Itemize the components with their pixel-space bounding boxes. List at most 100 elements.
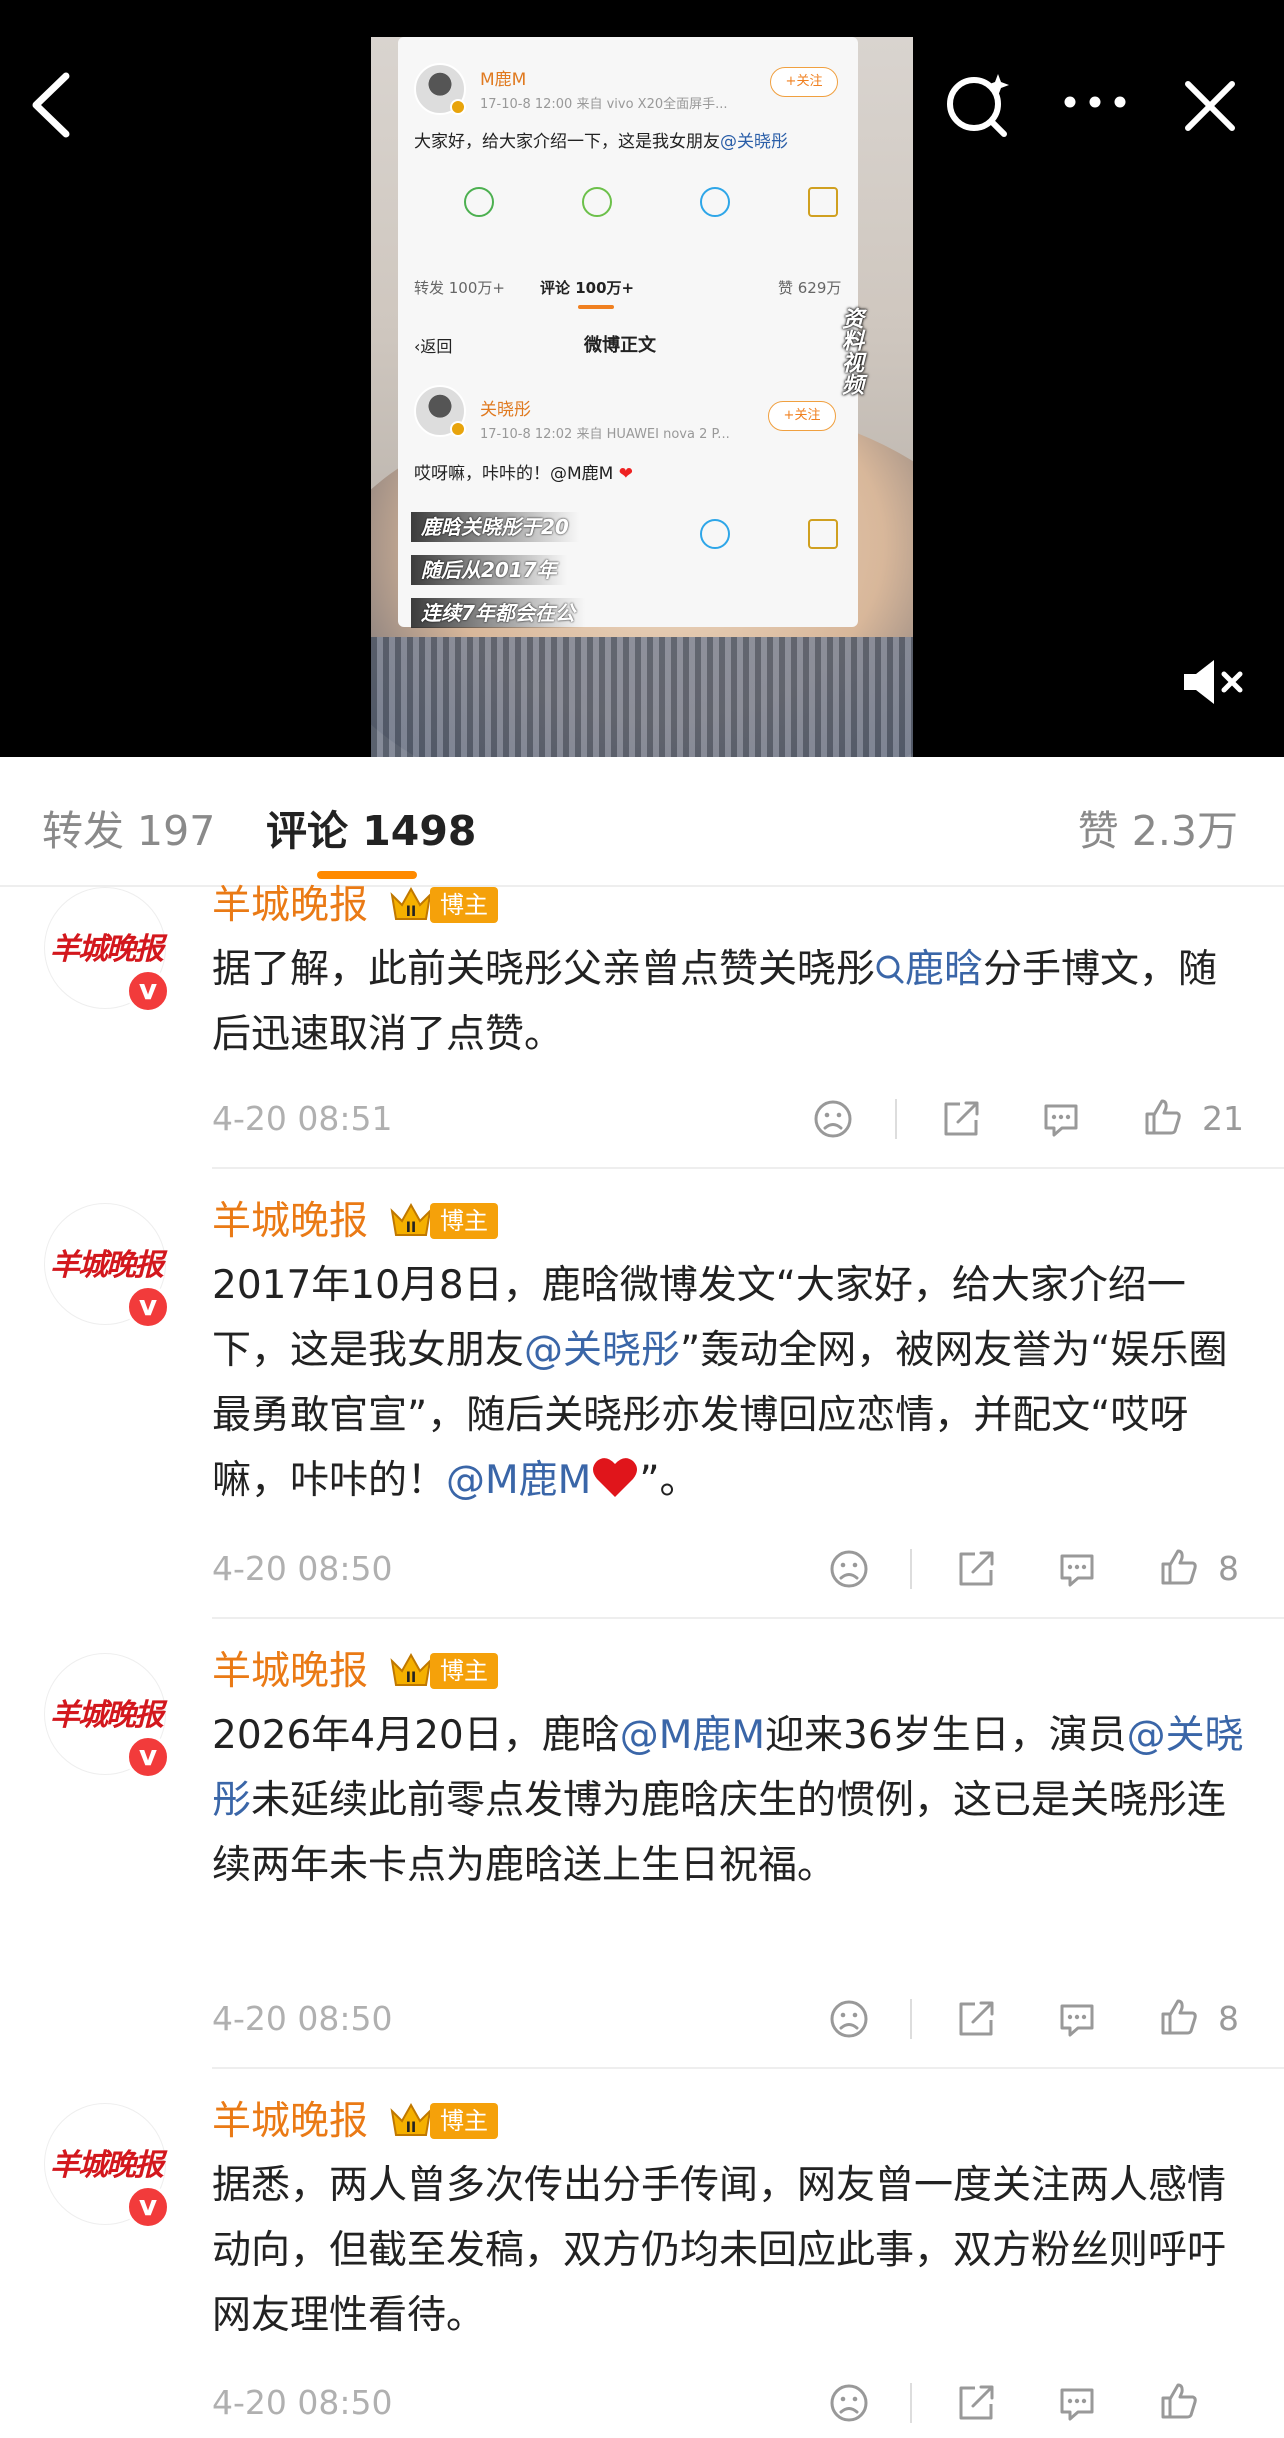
author-badge: 博主 bbox=[430, 887, 498, 923]
avatar-logo-text: 羊城晚报 bbox=[50, 1248, 164, 1283]
video-player[interactable]: M鹿M 17-10-8 12:00 来自 vivo X20全面屏手... +关注… bbox=[0, 0, 1284, 757]
crown-icon: II bbox=[390, 1652, 432, 1686]
comment-time: 4-20 08:50 bbox=[212, 1999, 393, 2038]
search-button[interactable] bbox=[946, 72, 1012, 138]
save-image-icon-2 bbox=[808, 519, 838, 549]
comment-body: 2017年10月8日，鹿晗微博发文“大家好，给大家介绍一下，这是我女朋友@关晓彤… bbox=[212, 1253, 1252, 1513]
comment-icon bbox=[1044, 1104, 1078, 1137]
comment-time: 4-20 08:50 bbox=[212, 2383, 393, 2422]
tab-repost[interactable]: 转发 197 bbox=[42, 801, 215, 861]
comment-body: 据了解，此前关晓彤父亲曾点赞关晓彤 鹿晗分手博文，随后迅速取消了点赞。 bbox=[212, 937, 1252, 1067]
reply-button[interactable] bbox=[1056, 1998, 1098, 2040]
video-background-shirt bbox=[371, 637, 913, 757]
avatar[interactable]: 羊城晚报 v bbox=[44, 1653, 170, 1779]
tab-comment[interactable]: 评论 1498 bbox=[266, 801, 476, 861]
share-button[interactable] bbox=[955, 2382, 997, 2424]
action-separator bbox=[910, 1999, 912, 2039]
close-button[interactable] bbox=[1180, 76, 1240, 136]
share-button[interactable] bbox=[940, 1098, 982, 1140]
comment-divider bbox=[212, 2067, 1284, 2069]
tab-like[interactable]: 赞 2.3万 bbox=[1078, 801, 1238, 861]
search-icon bbox=[947, 74, 1009, 137]
comment-time: 4-20 08:50 bbox=[212, 1549, 393, 1588]
dislike-button[interactable] bbox=[812, 1098, 854, 1140]
search-icon bbox=[876, 955, 904, 984]
avatar[interactable]: 羊城晚报 v bbox=[44, 2103, 170, 2229]
post2-verified-icon bbox=[450, 421, 466, 437]
crown-icon: II bbox=[390, 2102, 432, 2136]
like-count: 8 bbox=[1218, 1549, 1239, 1588]
post2-follow-button: +关注 bbox=[768, 401, 836, 431]
tabs-divider bbox=[0, 885, 1284, 887]
wechat-share-icon bbox=[464, 187, 494, 217]
like-button[interactable] bbox=[1158, 2380, 1200, 2422]
crown-icon: II bbox=[390, 1202, 432, 1236]
video-vertical-tag: 资料视频 bbox=[838, 307, 863, 395]
mute-icon bbox=[1184, 660, 1243, 704]
sad-face-icon bbox=[830, 2384, 868, 2422]
interaction-tabs: 转发 197 评论 1498 赞 2.3万 bbox=[0, 757, 1284, 887]
crown-icon: II bbox=[390, 886, 432, 920]
verified-icon: v bbox=[126, 969, 170, 1013]
video-caption-3: 连续7年都会在公 bbox=[411, 598, 585, 628]
sad-face-icon bbox=[814, 1100, 852, 1138]
share-button[interactable] bbox=[955, 1998, 997, 2040]
comment-icon bbox=[1060, 2388, 1094, 2421]
comment-icon bbox=[1060, 1554, 1094, 1587]
avatar[interactable]: 羊城晚报 v bbox=[44, 887, 170, 1013]
comment-body: 2026年4月20日，鹿晗@M鹿M迎来36岁生日，演员@关晓彤未延续此前零点发博… bbox=[212, 1703, 1252, 1898]
dislike-button[interactable] bbox=[828, 2382, 870, 2424]
share-icon bbox=[944, 1101, 979, 1136]
svg-text:II: II bbox=[406, 1220, 416, 1236]
topic-search-link[interactable]: 鹿晗 bbox=[905, 947, 983, 992]
video-frame: M鹿M 17-10-8 12:00 来自 vivo X20全面屏手... +关注… bbox=[371, 37, 913, 757]
post1-tab-indicator bbox=[578, 305, 614, 309]
like-count: 21 bbox=[1202, 1099, 1244, 1138]
reply-button[interactable] bbox=[1056, 1548, 1098, 1590]
post1-text: 大家好，给大家介绍一下，这是我女朋友@关晓彤 bbox=[414, 132, 788, 152]
subpage-title: 微博正文 bbox=[584, 335, 656, 356]
like-button[interactable] bbox=[1158, 1546, 1200, 1588]
comment-author[interactable]: 羊城晚报 bbox=[212, 881, 368, 931]
share-button[interactable] bbox=[955, 1548, 997, 1590]
like-button[interactable] bbox=[1158, 1996, 1200, 2038]
reply-button[interactable] bbox=[1040, 1098, 1082, 1140]
more-icon bbox=[1064, 96, 1126, 108]
comment-text: 据悉，两人曾多次传出分手传闻，网友曾一度关注两人感情动向，但截至发稿，双方仍均未… bbox=[212, 2163, 1227, 2338]
svg-text:II: II bbox=[406, 1670, 416, 1686]
thumbs-up-icon bbox=[1161, 1999, 1197, 2035]
video-caption-2: 随后从2017年 bbox=[411, 555, 567, 585]
like-count: 8 bbox=[1218, 1999, 1239, 2038]
save-image-icon bbox=[808, 187, 838, 217]
tab-active-indicator bbox=[317, 871, 417, 879]
post1-name: M鹿M bbox=[480, 70, 527, 90]
dislike-button[interactable] bbox=[828, 1998, 870, 2040]
qq-share-icon bbox=[700, 187, 730, 217]
dislike-button[interactable] bbox=[828, 1548, 870, 1590]
comment-divider bbox=[212, 1617, 1284, 1619]
verified-icon: v bbox=[126, 2185, 170, 2229]
post2-text: 哎呀嘛，咔咔的！@M鹿M ❤ bbox=[414, 464, 633, 484]
comment-author[interactable]: 羊城晚报 bbox=[212, 1197, 368, 1247]
comment-author[interactable]: 羊城晚报 bbox=[212, 1647, 368, 1697]
share-icon bbox=[959, 2001, 994, 2036]
post1-meta: 17-10-8 12:00 来自 vivo X20全面屏手... bbox=[480, 97, 728, 112]
like-button[interactable] bbox=[1142, 1096, 1184, 1138]
avatar[interactable]: 羊城晚报 v bbox=[44, 1203, 170, 1329]
back-arrow-icon bbox=[32, 72, 70, 138]
heart-emoji-icon bbox=[593, 1458, 638, 1497]
action-separator bbox=[895, 1099, 897, 1139]
mention-link[interactable]: @M鹿M bbox=[446, 1458, 591, 1503]
comment-text: 未延续此前零点发博为鹿晗庆生的惯例，这已是关晓彤连续两年未卡点为鹿晗送上生日祝福… bbox=[212, 1778, 1227, 1888]
more-button[interactable] bbox=[1060, 80, 1130, 124]
thumbs-up-icon bbox=[1145, 1099, 1181, 1135]
back-button[interactable] bbox=[26, 70, 76, 140]
mention-link[interactable]: @关晓彤 bbox=[524, 1328, 680, 1373]
comment-author[interactable]: 羊城晚报 bbox=[212, 2097, 368, 2147]
comment-text: ”。 bbox=[639, 1458, 699, 1503]
mute-button[interactable] bbox=[1180, 656, 1250, 708]
subpage-back: ‹返回 bbox=[414, 337, 453, 356]
mention-link[interactable]: @M鹿M bbox=[620, 1713, 765, 1758]
reply-button[interactable] bbox=[1056, 2382, 1098, 2424]
svg-text:II: II bbox=[406, 2120, 416, 2136]
